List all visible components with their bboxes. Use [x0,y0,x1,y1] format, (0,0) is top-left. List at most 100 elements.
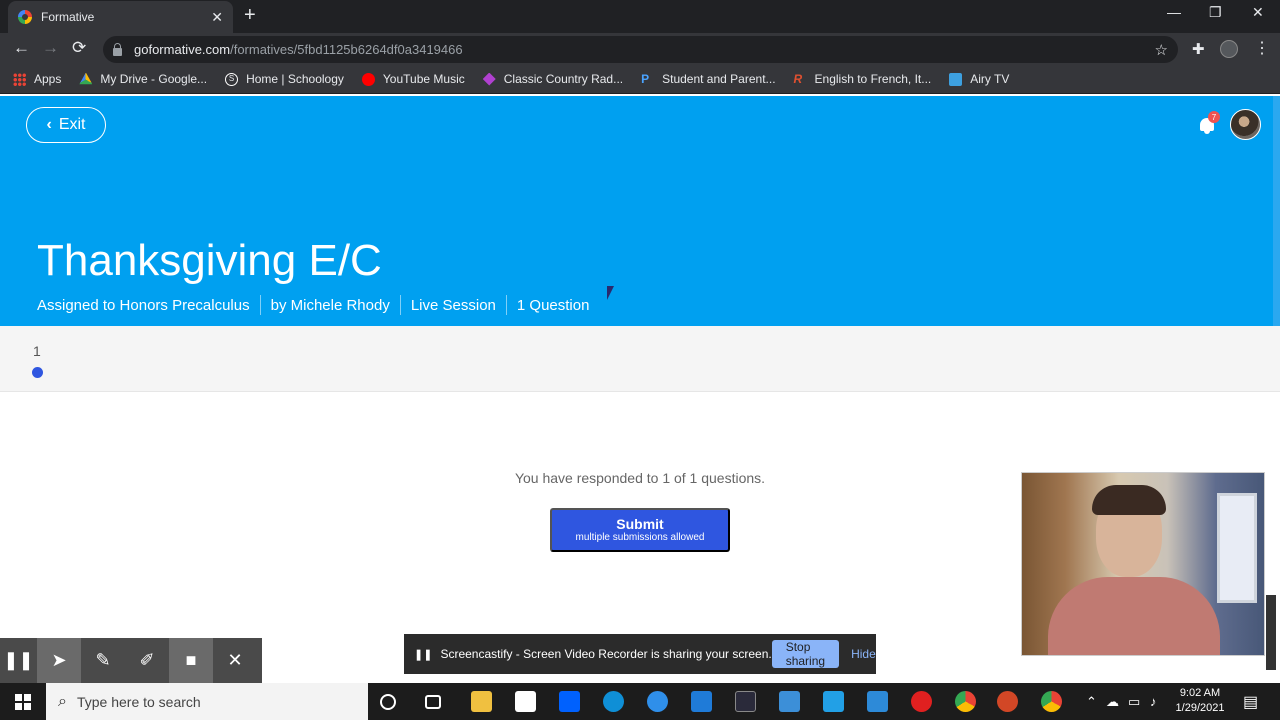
reverso-icon: R [793,71,803,86]
bookmark-student-parent[interactable]: P Student and Parent... [641,72,775,86]
windows-start-icon[interactable] [15,694,31,710]
search-icon: ⌕ [58,692,67,710]
outlook-icon[interactable] [779,691,800,712]
tab-close-icon[interactable]: ✕ [211,9,223,26]
chrome-active-icon[interactable] [1041,691,1062,712]
dropbox-icon[interactable] [559,691,580,712]
photos-icon[interactable] [867,691,888,712]
phone-icon[interactable] [823,691,844,712]
meta-divider [399,295,401,315]
file-explorer-icon[interactable] [471,691,492,712]
stop-sharing-button[interactable]: Stop sharing [771,640,840,668]
webcam-person-body [1048,577,1220,655]
submit-button[interactable]: Submit multiple submissions allowed [550,508,730,552]
notification-badge: 7 [1208,111,1220,123]
close-toolbar-icon[interactable]: ✕ [213,638,257,683]
media-player-icon[interactable] [735,691,756,712]
bookmark-label: YouTube Music [382,72,465,86]
back-icon[interactable]: ← [13,38,30,58]
bookmark-label: Airy TV [970,72,1010,86]
window-close-icon[interactable]: ✕ [1252,4,1264,21]
browser-menu-icon[interactable]: ⋮ [1254,38,1270,58]
browser-toolbar: ← → ⟳ goformative.com/formatives/5fbd112… [0,33,1280,65]
tray-chevron-up-icon[interactable]: ⌃ [1086,694,1097,710]
session-type: Live Session [410,296,496,314]
assigned-class: Assigned to Honors Precalculus [37,296,250,314]
tab-title: Formative [41,10,95,24]
meta-divider [259,295,261,315]
camera-toggle-icon[interactable]: ■ [169,638,213,683]
webcam-resize-handle[interactable] [1266,595,1276,670]
browser-tab-formative[interactable]: Formative ✕ [8,1,233,33]
store-icon[interactable] [515,691,536,712]
webcam-person-hair [1092,485,1166,515]
cursor-tool-icon[interactable]: ➤ [37,638,81,683]
youtube-music-icon [361,72,375,86]
question-count: 1 Question [516,296,590,314]
chrome-favicon-icon [18,10,32,24]
submit-sublabel: multiple submissions allowed [575,532,705,543]
highlighter-tool-icon[interactable]: ✐ [125,638,169,683]
chrome-icon[interactable] [955,691,976,712]
exit-label: Exit [58,116,86,133]
airy-tv-icon [949,72,963,86]
screen-sharing-bar: ❚❚ Screencastify - Screen Video Recorder… [404,634,876,674]
chevron-left-icon: ‹ [46,116,52,133]
assignment-meta: Assigned to Honors Precalculus by Michel… [37,295,589,315]
bookmark-label: English to French, It... [814,72,932,86]
webcam-preview[interactable] [1021,472,1265,656]
bookmark-label: Classic Country Rad... [503,72,624,86]
action-center-icon[interactable]: ▤ [1243,692,1258,712]
forward-icon[interactable]: → [42,38,59,58]
url-host: goformative.com [134,42,231,57]
user-avatar[interactable] [1230,109,1261,140]
bookmarks-bar: Apps My Drive - Google... S Home | Schoo… [0,65,1280,94]
minimize-icon[interactable]: — [1167,4,1181,20]
tubi-icon[interactable] [911,691,932,712]
profile-avatar[interactable] [1220,40,1238,58]
page-title: Thanksgiving E/C [37,236,382,285]
search-placeholder: Type here to search [76,693,201,710]
powerpoint-icon[interactable] [997,691,1018,712]
network-icon[interactable]: ▭ [1128,694,1140,710]
mouse-cursor-icon [607,286,620,300]
bookmark-english-french[interactable]: R English to French, It... [794,72,932,86]
cortana-icon[interactable] [380,694,396,710]
page-scrollbar[interactable] [1273,96,1280,326]
lock-icon [113,42,122,56]
edge-icon[interactable] [603,691,624,712]
reload-icon[interactable]: ⟳ [72,38,86,58]
meta-divider [505,295,507,315]
volume-icon[interactable]: ♪ [1150,694,1157,709]
bookmark-youtube-music[interactable]: YouTube Music [361,72,465,86]
mail-icon[interactable] [691,691,712,712]
question-answered-dot[interactable] [32,367,43,378]
bookmark-schoology[interactable]: S Home | Schoology [225,72,344,86]
address-bar[interactable]: goformative.com/formatives/5fbd1125b6264… [103,36,1178,63]
schoology-icon: S [225,72,239,86]
bookmark-star-icon[interactable]: ☆ [1155,41,1168,59]
system-clock[interactable]: 9:02 AM 1/29/2021 [1170,686,1230,716]
sharing-pause-icon: ❚❚ [414,648,433,661]
help-icon[interactable] [647,691,668,712]
pause-icon[interactable]: ❚❚ [0,638,37,683]
extensions-puzzle-icon[interactable]: ✚ [1192,40,1205,58]
bookmark-my-drive[interactable]: My Drive - Google... [79,72,207,86]
exit-button[interactable]: ‹ Exit [26,107,106,143]
screencastify-toolbar: ❚❚ ➤ ✎ ✐ ■ ✕ [0,638,262,683]
bookmark-airy-tv[interactable]: Airy TV [949,72,1009,86]
bookmark-apps[interactable]: Apps [13,72,61,86]
hide-button[interactable]: Hide [851,647,876,661]
google-drive-icon [79,72,93,85]
maximize-icon[interactable]: ❐ [1209,4,1222,21]
webcam-background-window [1217,493,1257,603]
question-number[interactable]: 1 [33,343,41,359]
bookmark-label: My Drive - Google... [100,72,208,86]
onedrive-icon[interactable]: ☁ [1106,694,1119,710]
taskbar-search-input[interactable]: ⌕ Type here to search [46,683,368,720]
bookmark-classic-country[interactable]: Classic Country Rad... [482,72,624,86]
pen-tool-icon[interactable]: ✎ [81,638,125,683]
task-view-icon[interactable] [425,695,441,709]
new-tab-icon[interactable]: + [244,5,256,25]
bookmark-label: Student and Parent... [662,72,776,86]
